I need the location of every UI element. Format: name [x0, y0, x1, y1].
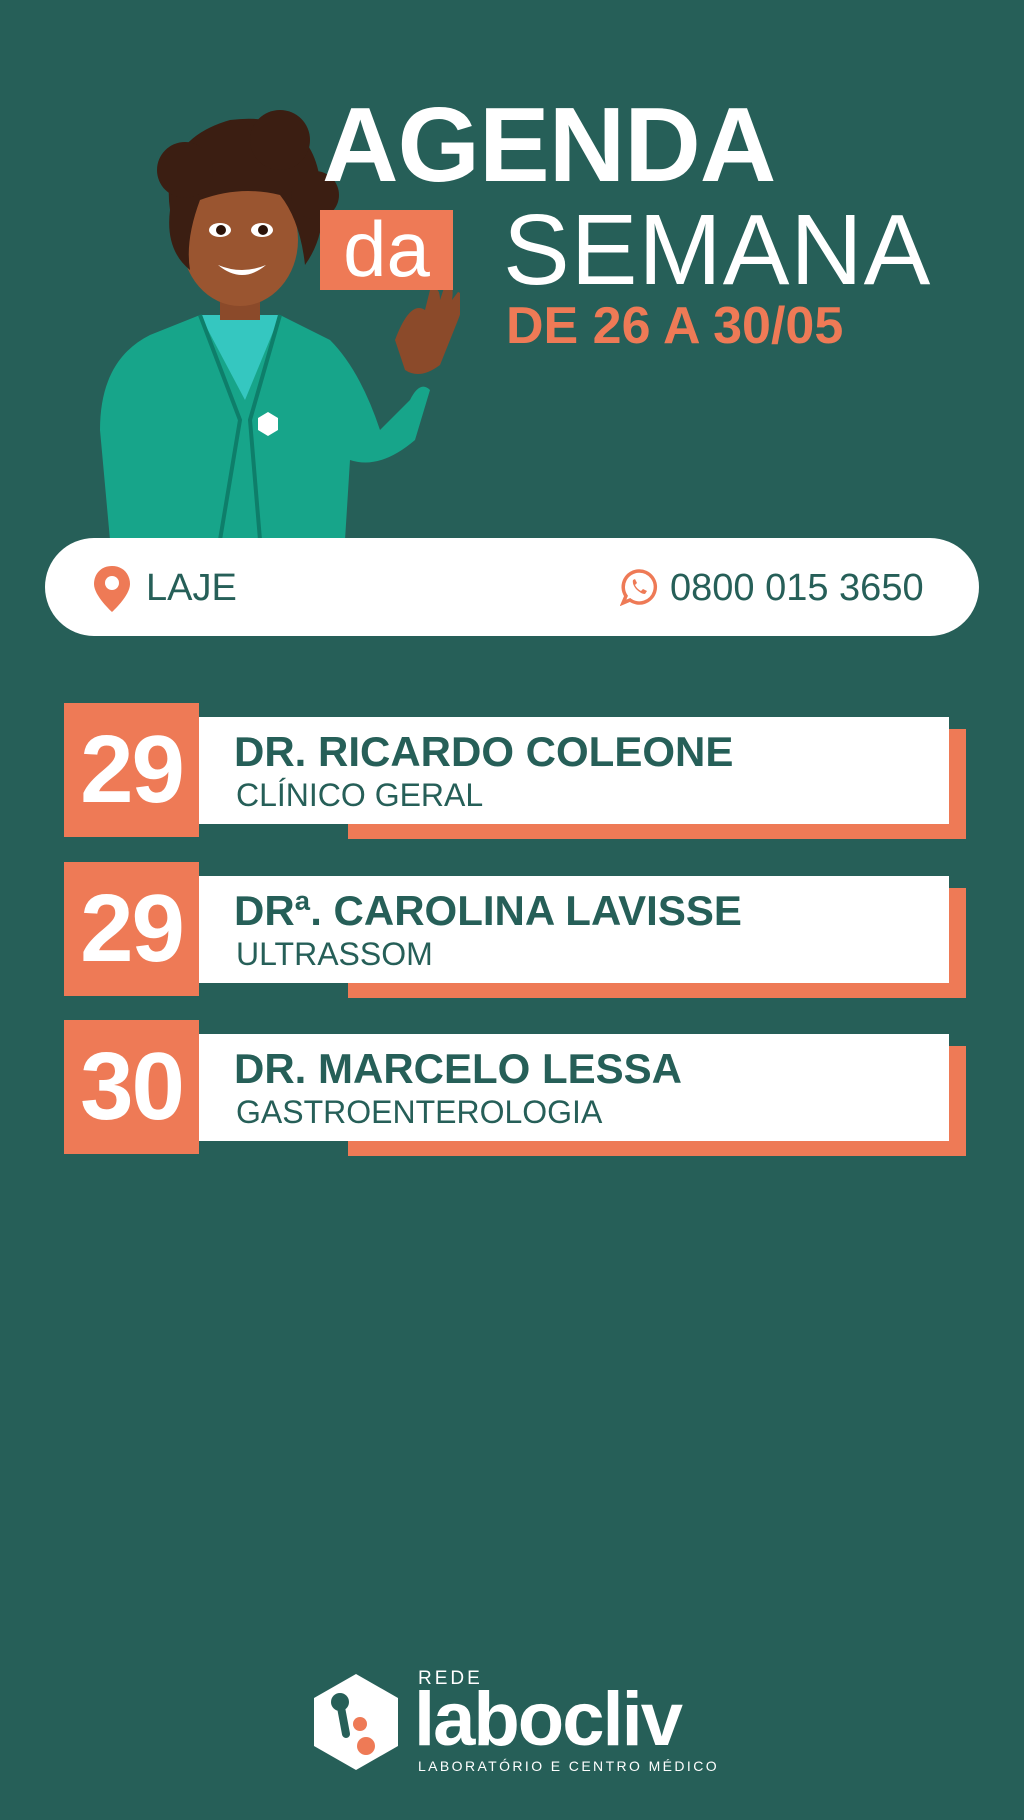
logo-brand-name: labocliv	[414, 1677, 683, 1762]
doctor-specialty: CLÍNICO GERAL	[236, 777, 484, 813]
date-range: DE 26 A 30/05	[506, 297, 844, 355]
doctor-name: DR. RICARDO COLEONE	[234, 728, 734, 775]
schedule-row: 29 DRª. CAROLINA LAVISSE ULTRASSOM	[64, 862, 970, 998]
phone-number[interactable]: 0800 015 3650	[670, 563, 924, 613]
doctor-name: DRª. CAROLINA LAVISSE	[234, 887, 742, 934]
day-number: 30	[80, 1033, 185, 1140]
logo-tagline: LABORATÓRIO E CENTRO MÉDICO	[418, 1758, 720, 1774]
labocliv-logo-icon	[314, 1674, 398, 1770]
map-pin-icon	[94, 566, 130, 612]
doctor-name: DR. MARCELO LESSA	[234, 1045, 683, 1092]
whatsapp-icon	[620, 569, 658, 606]
doctor-specialty: ULTRASSOM	[236, 936, 433, 972]
day-number: 29	[80, 875, 185, 982]
schedule-row: 30 DR. MARCELO LESSA GASTROENTEROLOGIA	[64, 1020, 970, 1156]
schedule-row: 29 DR. RICARDO COLEONE CLÍNICO GERAL	[64, 703, 970, 839]
page-title: AGENDA	[322, 86, 776, 204]
page-subtitle: SEMANA	[503, 194, 932, 306]
day-number: 29	[80, 716, 185, 823]
location-label: LAJE	[146, 567, 237, 609]
doctor-specialty: GASTROENTEROLOGIA	[236, 1094, 603, 1130]
connector-text: da	[343, 205, 430, 293]
